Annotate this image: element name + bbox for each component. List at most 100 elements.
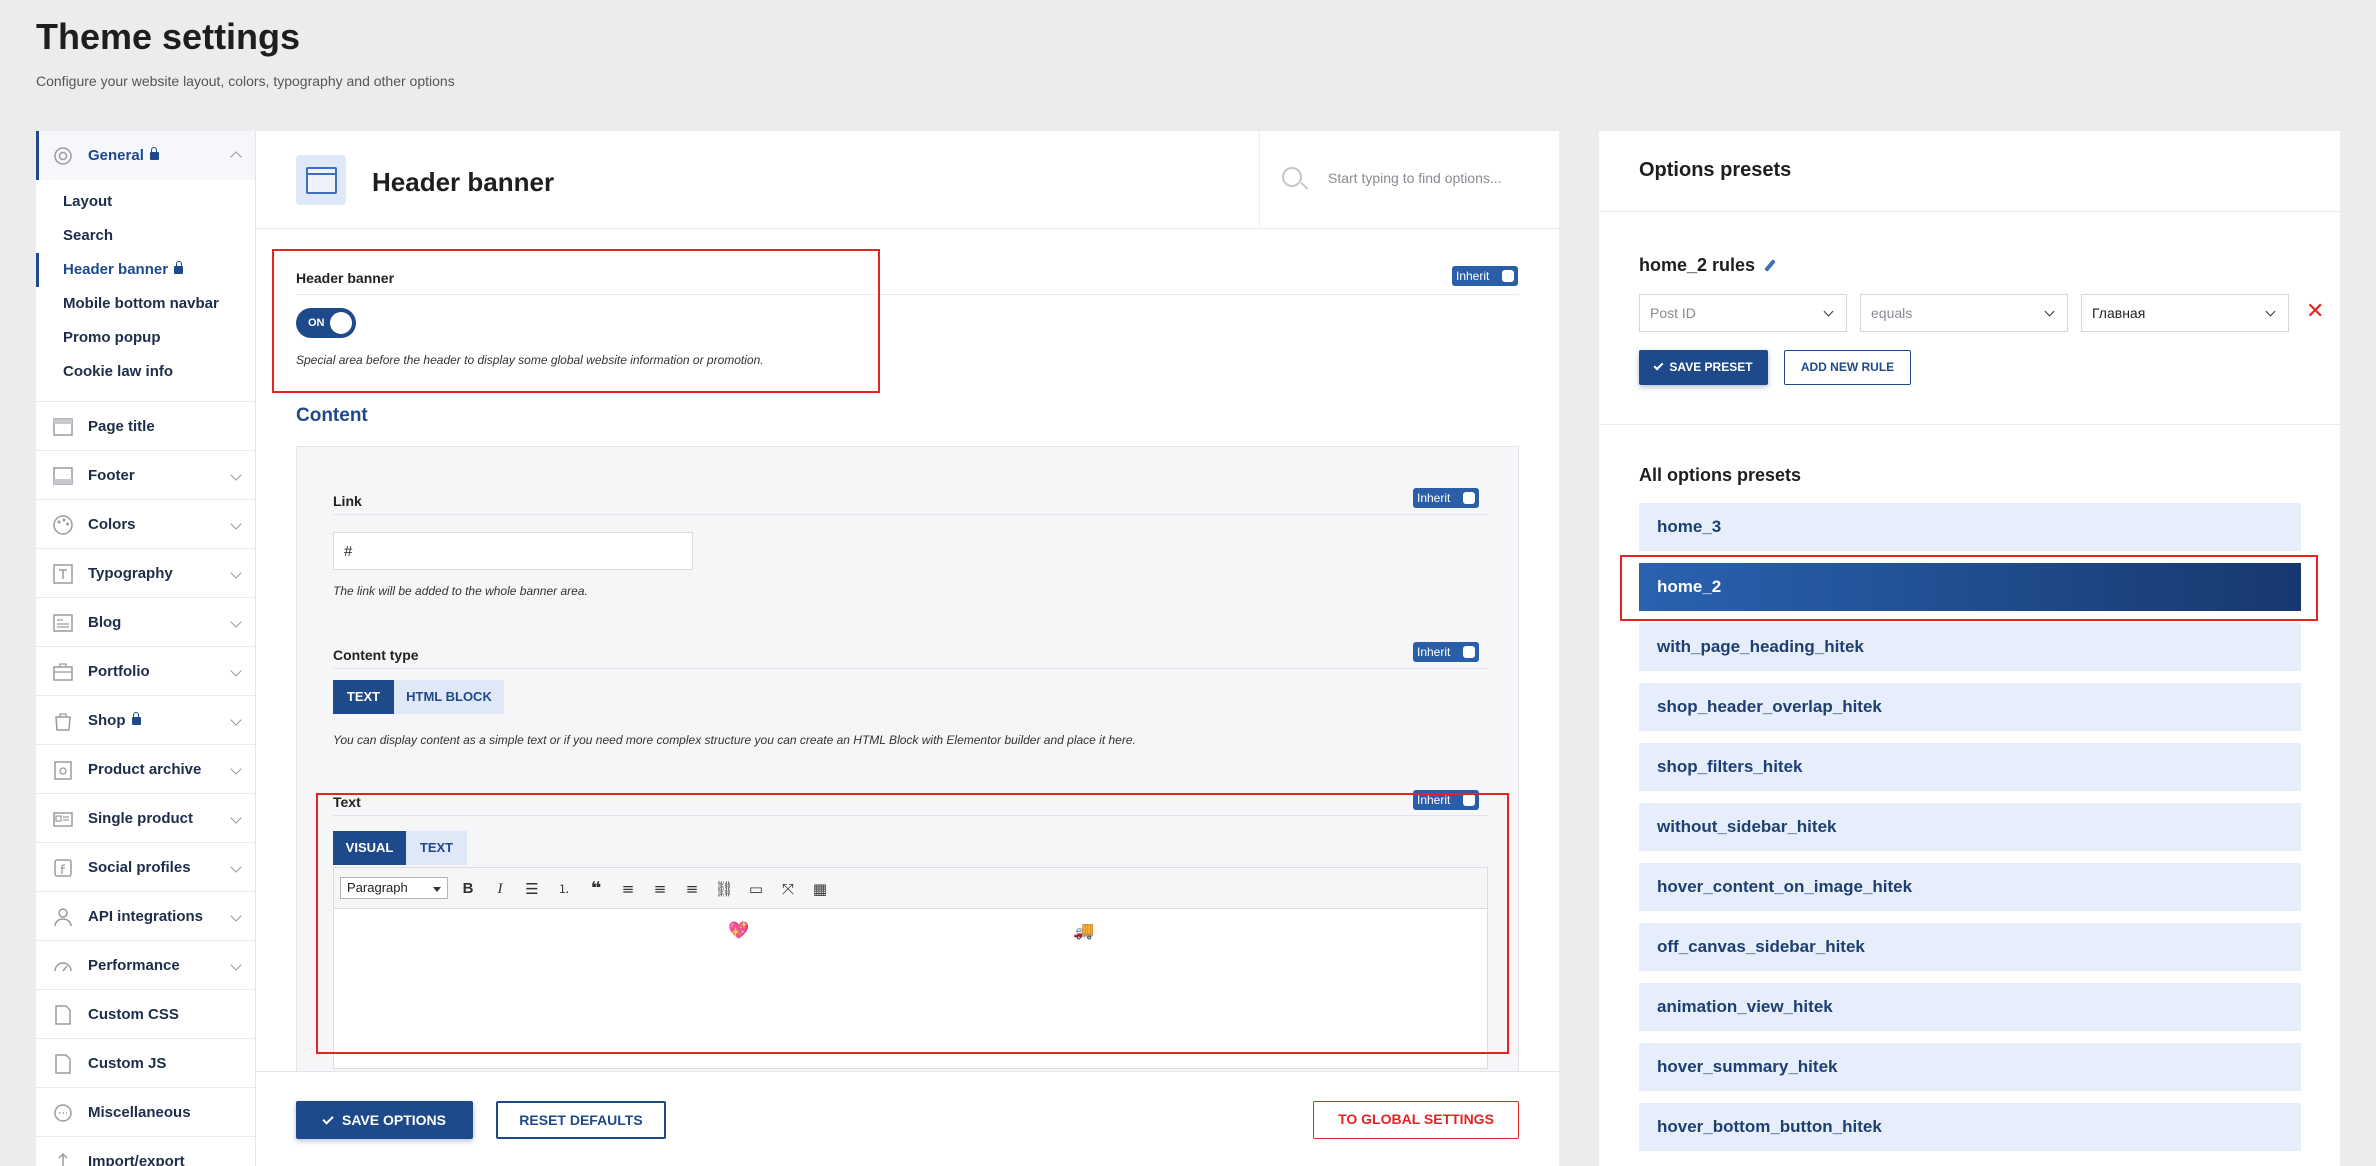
preset-item[interactable]: animation_view_hitek [1639,983,2301,1031]
content-type-html-block-button[interactable]: HTML BLOCK [394,680,504,714]
chevron-down-icon[interactable] [230,665,242,677]
sidebar-item-label: Product archive [88,760,202,778]
sidebar-item-label: Footer [88,466,135,484]
product-archive-icon [54,761,72,780]
search-input[interactable] [1328,170,1548,186]
chevron-down-icon[interactable] [230,959,242,971]
sidebar-item-typography[interactable]: Typography [36,548,255,597]
sidebar-item-colors[interactable]: Colors [36,499,255,548]
sidebar-item-label: Social profiles [88,858,191,876]
sidebar-item-social-profiles[interactable]: Social profiles [36,842,255,891]
divider [1599,424,2340,425]
lock-icon [149,147,159,160]
chevron-down-icon[interactable] [230,469,242,481]
chevron-down-icon[interactable] [230,567,242,579]
link-label: Link [333,493,362,509]
chevron-down-icon[interactable] [230,518,242,530]
content-type-text-button[interactable]: TEXT [333,680,394,714]
save-options-button[interactable]: SAVE OPTIONS [296,1101,473,1139]
sidebar-item-blog[interactable]: Blog [36,597,255,646]
preset-item[interactable]: shop_header_overlap_hitek [1639,683,2301,731]
page-subtitle: Configure your website layout, colors, t… [36,73,455,89]
rule-operator-select[interactable]: equals [1860,294,2068,332]
sidebar-subitem-promo-popup[interactable]: Promo popup [36,321,255,355]
sidebar-item-api-integrations[interactable]: API integrations [36,891,255,940]
chevron-down-icon [2265,306,2276,317]
rule-field-select[interactable]: Post ID [1639,294,1847,332]
chevron-down-icon[interactable] [230,714,242,726]
chevron-up-icon[interactable] [230,151,242,163]
chevron-down-icon[interactable] [230,763,242,775]
preset-item[interactable]: hover_bottom_button_hitek [1639,1103,2301,1151]
preset-item[interactable]: off_canvas_sidebar_hitek [1639,923,2301,971]
all-presets-title: All options presets [1639,465,1802,485]
social-icon [54,859,72,877]
edit-pencil-icon[interactable] [1764,259,1776,272]
sidebar-subitem-layout[interactable]: Layout [36,185,255,219]
highlight-box [1620,555,2318,621]
remove-rule-icon[interactable]: ✕ [2306,301,2326,323]
sidebar-subitem-cookie-law-info[interactable]: Cookie law info [36,355,255,389]
sidebar-item-single-product[interactable]: Single product [36,793,255,842]
highlight-box [272,249,880,393]
link-input[interactable] [333,532,693,570]
check-icon [1653,360,1664,371]
sidebar-item-label: Single product [88,809,193,827]
palette-icon [53,515,73,535]
section-header: Header banner [256,131,1559,229]
sidebar-item-footer[interactable]: Footer [36,450,255,499]
rule-value-select[interactable]: Главная [2081,294,2289,332]
sidebar-item-general[interactable]: General [36,131,255,180]
sidebar-item-import-export[interactable]: Import/export [36,1136,255,1166]
save-preset-button[interactable]: SAVE PRESET [1639,350,1768,385]
to-global-settings-button[interactable]: TO GLOBAL SETTINGS [1313,1101,1519,1139]
chevron-down-icon[interactable] [230,861,242,873]
sidebar-item-label: Miscellaneous [88,1103,191,1121]
link-help: The link will be added to the whole bann… [333,584,588,598]
preset-item[interactable]: hover_summary_hitek [1639,1043,2301,1091]
inherit-toggle[interactable]: Inherit [1452,266,1518,286]
page-title: Theme settings [36,16,301,57]
browser-window-icon [296,155,346,205]
sidebar-item-custom-css[interactable]: Custom CSS [36,989,255,1038]
dots-icon [54,1104,72,1122]
sidebar-subitem-mobile-bottom-navbar[interactable]: Mobile bottom navbar [36,287,255,321]
preset-item[interactable]: shop_filters_hitek [1639,743,2301,791]
sidebar-item-label: Blog [88,613,122,631]
chevron-down-icon[interactable] [230,616,242,628]
preset-item[interactable]: with_page_heading_hitek [1639,623,2301,671]
actions-bar: SAVE OPTIONS RESET DEFAULTS TO GLOBAL SE… [256,1071,1559,1166]
highlight-box [316,793,1509,1054]
inherit-toggle[interactable]: Inherit [1413,488,1479,508]
sidebar-item-portfolio[interactable]: Portfolio [36,646,255,695]
sidebar-subitem-search[interactable]: Search [36,219,255,253]
lock-icon [131,711,141,725]
preset-item[interactable]: hover_content_on_image_hitek [1639,863,2301,911]
sidebar-item-miscellaneous[interactable]: Miscellaneous [36,1087,255,1136]
sidebar-item-page-title[interactable]: Page title [36,401,255,450]
sidebar-item-custom-js[interactable]: Custom JS [36,1038,255,1087]
presets-panel: Options presets home_2 rules Post ID equ… [1599,131,2340,1166]
sidebar-item-label: General [88,147,159,164]
preset-item[interactable]: without_sidebar_hitek [1639,803,2301,851]
gear-icon [54,147,72,165]
inherit-toggle[interactable]: Inherit [1413,642,1479,662]
import-export-icon [58,1152,68,1166]
page-title-icon [53,418,73,436]
content-type-label: Content type [333,647,419,663]
sidebar-item-shop[interactable]: Shop [36,695,255,744]
sidebar-item-label: Page title [88,417,155,435]
sidebar-item-product-archive[interactable]: Product archive [36,744,255,793]
footer-icon [53,467,73,485]
preset-item[interactable]: home_3 [1639,503,2301,551]
chevron-down-icon [2044,306,2055,317]
sidebar-subitem-header-banner[interactable]: Header banner [36,253,255,287]
blog-icon [53,614,73,632]
chevron-down-icon[interactable] [230,812,242,824]
chevron-down-icon[interactable] [230,910,242,922]
reset-defaults-button[interactable]: RESET DEFAULTS [496,1101,666,1139]
add-new-rule-button[interactable]: ADD NEW RULE [1784,350,1911,385]
divider [333,514,1488,515]
sidebar-item-performance[interactable]: Performance [36,940,255,989]
sidebar-item-label: Custom CSS [88,1005,179,1023]
